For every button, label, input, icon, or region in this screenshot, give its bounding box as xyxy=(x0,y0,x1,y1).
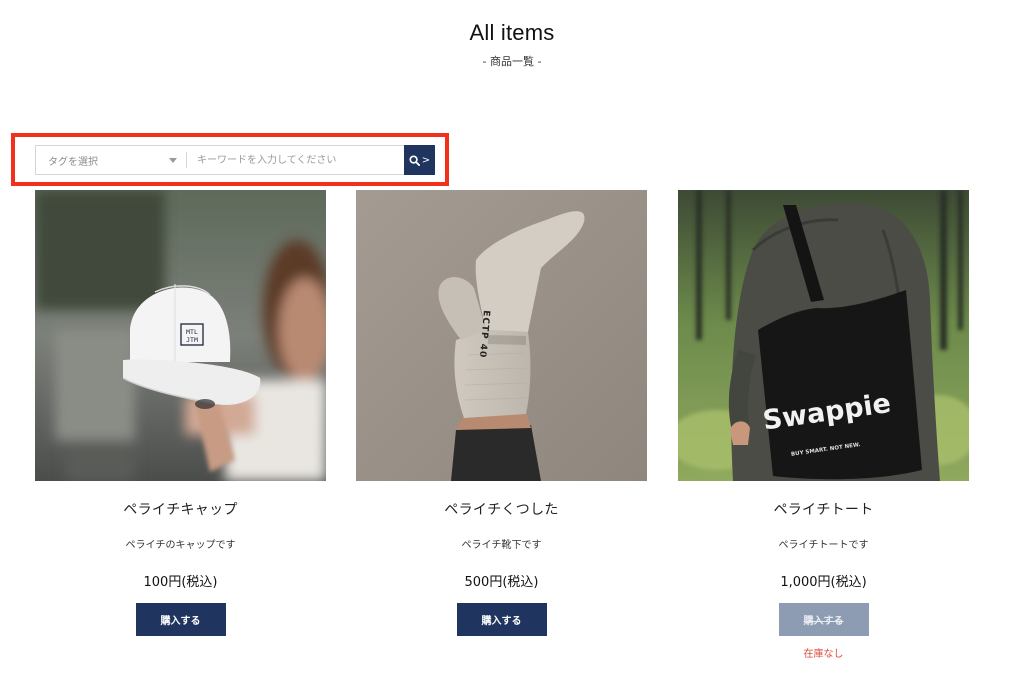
search-arrow: > xyxy=(421,154,431,166)
search-bar: タグを選択 > xyxy=(35,145,435,175)
keyword-input[interactable] xyxy=(187,146,404,174)
page-header: All items - 商品一覧 - xyxy=(0,20,1024,69)
product-image-cap[interactable]: MTL JTM xyxy=(35,190,326,481)
product-price: 100円(税込) xyxy=(143,575,218,590)
page-subtitle: - 商品一覧 - xyxy=(482,55,542,68)
product-card: ECTP 40 ペライチくつした ペライチ靴下です 500円(税込) 購入する xyxy=(356,190,647,636)
out-of-stock-label: 在庫なし xyxy=(803,649,844,660)
product-name[interactable]: ペライチくつした xyxy=(356,499,647,519)
product-name[interactable]: ペライチキャップ xyxy=(35,499,326,519)
page: All items - 商品一覧 - タグを選択 > xyxy=(0,0,1024,677)
chevron-down-icon xyxy=(169,157,177,163)
tag-select-dropdown[interactable]: タグを選択 xyxy=(36,146,187,174)
product-name[interactable]: ペライチトート xyxy=(678,499,969,519)
product-description: ペライチ靴下です xyxy=(461,540,542,551)
buy-button[interactable]: 購入する xyxy=(135,603,226,636)
product-image-tote[interactable]: Swappie BUY SMART. NOT NEW. xyxy=(678,190,969,481)
buy-button-disabled: 購入する xyxy=(778,603,869,636)
product-price: 500円(税込) xyxy=(464,575,539,590)
tag-select-label: タグを選択 xyxy=(48,156,98,168)
svg-text:MTL: MTL xyxy=(186,328,198,336)
search-icon xyxy=(409,154,420,166)
product-description: ペライチトートです xyxy=(778,540,869,551)
buy-button[interactable]: 購入する xyxy=(456,603,547,636)
product-price: 1,000円(税込) xyxy=(780,575,867,590)
product-card: MTL JTM ペライチキャップ ペライチのキャップです 100円(税込) 購入… xyxy=(35,190,326,636)
product-description: ペライチのキャップです xyxy=(125,540,236,551)
page-title: All items xyxy=(469,20,555,45)
product-card: Swappie BUY SMART. NOT NEW. ペライチトート ペライチ… xyxy=(678,190,969,660)
search-button[interactable]: > xyxy=(404,145,435,175)
svg-text:JTM: JTM xyxy=(186,336,198,344)
product-image-socks[interactable]: ECTP 40 xyxy=(356,190,647,481)
